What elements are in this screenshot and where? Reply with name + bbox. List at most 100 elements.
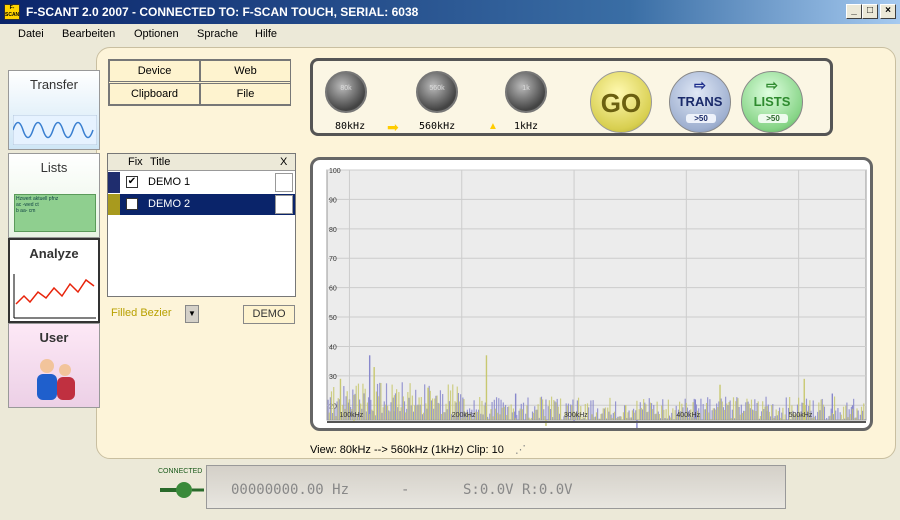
frequency-readout: 00000000.00 Hz [231, 482, 350, 498]
plug-icon [160, 482, 204, 498]
start-frequency-label: 80kHz [335, 121, 366, 132]
thumb-text-6: ct [34, 202, 39, 208]
knob-value: 1k [522, 85, 530, 92]
start-frequency-knob[interactable]: 80k [325, 71, 367, 113]
menu-datei[interactable]: Datei [18, 28, 44, 40]
title-bar: F-SCAN F-SCANT 2.0 2007 - CONNECTED TO: … [0, 0, 900, 24]
x-tick-label: 400kHz [676, 412, 700, 419]
y-tick-label: 60 [329, 286, 337, 293]
render-mode-value: Filled Bezier [111, 307, 172, 319]
thumb-text-7: b [16, 208, 19, 214]
export-button-grid: Device Web Clipboard File [108, 59, 291, 106]
x-tick-label: 500kHz [789, 412, 813, 419]
analyze-graph-icon [13, 274, 96, 319]
view-status: View: 80kHz --> 560kHz (1kHz) Clip: 10 ⋰ [310, 443, 526, 456]
x-tick-label: 100kHz [339, 412, 363, 419]
maximize-button[interactable]: □ [862, 4, 878, 19]
end-frequency-knob[interactable]: 560k [416, 71, 458, 113]
thumb-text-3: pfnz [48, 196, 59, 202]
nav-lists[interactable]: Lists Hzwert aktuell pfnz ac -wed ct b a… [8, 153, 100, 238]
chevron-down-icon[interactable]: ▼ [185, 305, 199, 323]
spectrum-chart: 100 90 80 70 60 50 40 30 20 100kHz 200kHz 300kHz 400… [310, 157, 873, 431]
col-title: Title [150, 156, 171, 168]
y-tick-label: 100 [329, 168, 341, 175]
nav-lists-label: Lists [40, 160, 68, 175]
thumb-text-9: cm [28, 208, 36, 214]
trans-button[interactable]: ⇨ TRANS >50 [669, 71, 731, 133]
step-label: 1kHz [514, 121, 539, 132]
minimize-button[interactable]: _ [846, 4, 862, 19]
table-row[interactable]: ✔ DEMO 1 [108, 172, 295, 193]
row-delete-cell[interactable] [275, 173, 293, 192]
end-frequency-label: 560kHz [419, 121, 456, 132]
spectrum-plot: 1009080706050403020100kHz 200kHz 300kHz 400… [326, 168, 867, 428]
scan-controls: 80k 80kHz ➡ 560k 560kHz ▲ 1k 1kHz GO ⇨ T… [310, 58, 833, 136]
app-icon: F-SCAN [4, 4, 20, 20]
view-status-text: View: 80kHz --> 560kHz (1kHz) Clip: 10 [310, 444, 504, 456]
col-close[interactable]: X [280, 156, 287, 168]
y-tick-label: 50 [329, 315, 337, 322]
menu-bearbeiten[interactable]: Bearbeiten [62, 28, 115, 40]
connection-indicator: CONNECTED [158, 468, 206, 504]
web-button[interactable]: Web [200, 60, 291, 82]
go-button[interactable]: GO [590, 71, 652, 133]
table-header: Fix Title X [108, 154, 295, 171]
y-tick-label: 40 [329, 344, 337, 351]
fix-checkbox[interactable]: ✔ [126, 176, 138, 188]
arrow-right-icon: ➡ [387, 119, 399, 135]
y-tick-label: 30 [329, 374, 337, 381]
row-color-swatch [108, 194, 120, 215]
close-button[interactable]: × [880, 4, 896, 19]
arrow-up-icon: ▲ [488, 121, 498, 132]
y-tick-label: 70 [329, 256, 337, 263]
nav-user-label: User [39, 330, 69, 345]
col-fix: Fix [128, 156, 143, 168]
plot-area [326, 169, 867, 421]
connection-label: CONNECTED [158, 468, 203, 475]
sine-wave-icon [13, 115, 97, 145]
knob-value: 560k [429, 85, 445, 92]
trans-label: TRANS [677, 94, 723, 109]
x-tick-label: 300kHz [564, 412, 588, 419]
nav-transfer[interactable]: Transfer [8, 70, 100, 150]
nav-analyze-label: Analyze [29, 246, 79, 261]
voltage-readout: S:0.0V R:0.0V [463, 482, 573, 498]
readout-display: 00000000.00 Hz - S:0.0V R:0.0V [206, 465, 786, 509]
fix-checkbox[interactable] [126, 198, 138, 210]
window-title: F-SCANT 2.0 2007 - CONNECTED TO: F-SCAN … [26, 5, 419, 19]
menu-hilfe[interactable]: Hilfe [255, 28, 277, 40]
clipboard-button[interactable]: Clipboard [109, 83, 200, 105]
x-tick-label: 200kHz [452, 412, 476, 419]
thumb-text-8: aa- [20, 208, 28, 214]
nav-analyze[interactable]: Analyze [8, 238, 100, 323]
readout-separator: - [401, 482, 410, 498]
nav-user[interactable]: User [8, 323, 100, 408]
row-color-swatch [108, 172, 120, 193]
row-delete-cell[interactable] [275, 195, 293, 214]
y-tick-label: 90 [329, 197, 337, 204]
trans-sub-label: >50 [686, 114, 716, 123]
row-title: DEMO 1 [148, 176, 191, 188]
nav-transfer-label: Transfer [30, 77, 78, 92]
menu-sprache[interactable]: Sprache [197, 28, 238, 40]
demo-button[interactable]: DEMO [243, 305, 295, 324]
spreadsheet-icon: Hzwert aktuell pfnz ac -wed ct b aa- cm [14, 194, 96, 232]
menu-bar: Datei Bearbeiten Optionen Sprache Hilfe [0, 24, 900, 44]
table-row[interactable]: DEMO 2 [108, 194, 295, 215]
step-knob[interactable]: 1k [505, 71, 547, 113]
lists-sub-label: >50 [758, 114, 788, 123]
scan-table: Fix Title X ✔ DEMO 1 DEMO 2 [107, 153, 296, 297]
file-button[interactable]: File [200, 83, 291, 105]
y-tick-label: 80 [329, 227, 337, 234]
arrow-right-icon: ⇨ [766, 77, 778, 93]
arrow-right-icon: ⇨ [694, 77, 706, 93]
device-button[interactable]: Device [109, 60, 200, 82]
row-title: DEMO 2 [148, 198, 191, 210]
menu-optionen[interactable]: Optionen [134, 28, 179, 40]
resize-grip-icon: ⋰ [514, 444, 526, 456]
lists-button[interactable]: ⇨ LISTS >50 [741, 71, 803, 133]
render-mode-select[interactable]: Filled Bezier ▼ [108, 304, 199, 324]
users-icon [37, 359, 75, 400]
lists-label: LISTS [753, 94, 791, 109]
knob-value: 80k [340, 85, 352, 92]
